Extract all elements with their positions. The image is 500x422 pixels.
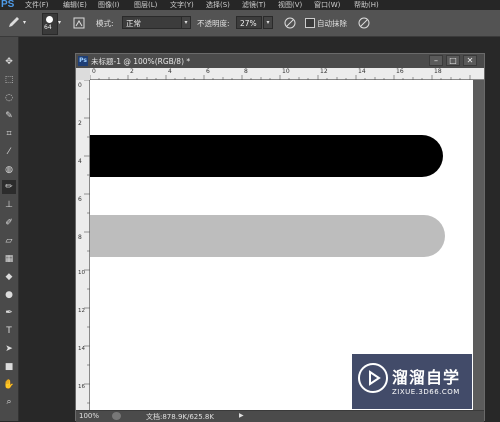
zoom-level[interactable]: 100% [79, 412, 99, 420]
opacity-label: 不透明度: [197, 19, 230, 28]
gradient-icon[interactable]: ▦ [2, 252, 16, 266]
mode-label: 模式: [96, 19, 114, 28]
brush-tip-icon [46, 16, 53, 23]
ruler-origin[interactable] [76, 68, 90, 80]
dodge-icon[interactable]: ● [2, 288, 16, 302]
vertical-scrollbar[interactable] [473, 80, 484, 410]
ruler-h-label: 12 [320, 68, 328, 75]
eraser-icon[interactable]: ▱ [2, 234, 16, 248]
opacity-value: 27% [240, 19, 257, 28]
watermark-title: 溜溜自学 [392, 368, 461, 387]
ruler-v-label: 0 [78, 82, 82, 89]
watermark-play-logo [358, 363, 388, 393]
ruler-ticks-v [84, 80, 90, 404]
blur-icon[interactable]: ◆ [2, 270, 16, 284]
crop-icon[interactable]: ⌗ [2, 127, 16, 141]
brush-panel-icon[interactable] [73, 17, 85, 31]
brush-size-value: 64 [44, 24, 52, 31]
menu-bar: PS 文件(F) 编辑(E) 图像(I) 图层(L) 文字(Y) 选择(S) 滤… [0, 0, 500, 10]
rectangle-icon[interactable]: ■ [2, 360, 16, 374]
black-pencil-stroke [90, 135, 443, 177]
tools-panel: ✥ ⬚ ◌ ✎ ⌗ ⁄ ◍ ✏ ⊥ ✐ ▱ ▦ ◆ ● ✒ T ➤ ■ ✋ ⌕ [0, 37, 19, 421]
lasso-icon[interactable]: ◌ [2, 91, 16, 105]
mode-dropdown-icon[interactable]: ▾ [181, 16, 191, 29]
healing-icon[interactable]: ◍ [2, 163, 16, 177]
ruler-h-label: 16 [396, 68, 404, 75]
eyedropper-icon[interactable]: ⁄ [2, 145, 16, 159]
horizontal-ruler[interactable]: 0 2 4 6 8 10 12 14 16 18 [90, 68, 484, 80]
status-info-icon[interactable] [112, 412, 121, 420]
menu-layer[interactable]: 图层(L) [134, 0, 157, 10]
menu-view[interactable]: 视图(V) [278, 0, 302, 10]
ruler-v-label: 8 [78, 234, 82, 241]
ruler-h-label: 10 [282, 68, 290, 75]
watermark-subtitle: ZIXUE.3D66.COM [392, 388, 460, 396]
ruler-v-label: 12 [78, 308, 85, 314]
ruler-v-label: 2 [78, 120, 82, 127]
watermark: 溜溜自学 ZIXUE.3D66.COM [352, 354, 472, 409]
brush-preset-dropdown-icon[interactable]: ▾ [58, 19, 61, 26]
menu-edit[interactable]: 编辑(E) [63, 0, 87, 10]
quick-select-icon[interactable]: ✎ [2, 109, 16, 123]
brush-preset-picker[interactable]: 64 [42, 13, 58, 35]
path-select-icon[interactable]: ➤ [2, 342, 16, 356]
menu-file[interactable]: 文件(F) [25, 0, 49, 10]
auto-erase-label: 自动抹除 [317, 19, 347, 28]
ruler-v-label: 16 [78, 384, 85, 390]
menu-type[interactable]: 文字(Y) [170, 0, 194, 10]
ruler-v-label: 4 [78, 158, 82, 165]
document-tab[interactable]: Ps 未标题-1 @ 100%(RGB/8) * – □ ✕ [76, 54, 484, 68]
marquee-icon[interactable]: ⬚ [2, 73, 16, 87]
ruler-h-label: 2 [130, 68, 134, 75]
ruler-h-label: 8 [244, 68, 248, 75]
menu-filter[interactable]: 滤镜(T) [242, 0, 266, 10]
opacity-dropdown-icon[interactable]: ▾ [263, 16, 273, 29]
menu-window[interactable]: 窗口(W) [314, 0, 340, 10]
maximize-button[interactable]: □ [446, 55, 460, 66]
vertical-ruler[interactable]: 0 2 4 6 8 10 12 14 16 [76, 80, 90, 410]
ruler-v-label: 14 [78, 346, 85, 352]
hand-icon[interactable]: ✋ [2, 378, 16, 392]
zoom-icon[interactable]: ⌕ [2, 395, 16, 409]
document-title: 未标题-1 @ 100%(RGB/8) * [91, 57, 191, 66]
ruler-h-label: 4 [168, 68, 172, 75]
status-menu-arrow-icon[interactable]: ▶ [239, 412, 244, 419]
opacity-input[interactable]: 27% [236, 16, 262, 29]
ruler-h-label: 18 [434, 68, 442, 75]
status-bar: 100% 文档:878.9K/625.8K ▶ [76, 410, 484, 422]
ruler-v-label: 6 [78, 196, 82, 203]
photoshop-doc-icon: Ps [78, 56, 88, 66]
menu-select[interactable]: 选择(S) [206, 0, 230, 10]
pressure-opacity-icon[interactable] [283, 16, 297, 32]
options-bar: ▾ 64 ▾ 模式: 正常 ▾ 不透明度: 27% ▾ 自动抹除 [0, 10, 500, 37]
menu-help[interactable]: 帮助(H) [354, 0, 379, 10]
ruler-h-label: 14 [358, 68, 366, 75]
history-brush-icon[interactable]: ✐ [2, 216, 16, 230]
ruler-h-label: 0 [92, 68, 96, 75]
ruler-v-label: 10 [78, 270, 85, 276]
tool-preset-dropdown-icon[interactable]: ▾ [23, 19, 26, 26]
pressure-size-icon[interactable] [357, 16, 371, 32]
ruler-h-label: 6 [206, 68, 210, 75]
mode-select-value: 正常 [126, 19, 141, 28]
move-icon[interactable]: ✥ [2, 55, 16, 69]
minimize-button[interactable]: – [429, 55, 443, 66]
pen-icon[interactable]: ✒ [2, 306, 16, 320]
gray-pencil-stroke [90, 215, 445, 257]
photoshop-logo: PS [1, 0, 15, 10]
pencil-icon[interactable] [7, 15, 21, 31]
menu-image[interactable]: 图像(I) [98, 0, 120, 10]
close-button[interactable]: ✕ [463, 55, 477, 66]
pencil-icon[interactable]: ✏ [2, 180, 16, 194]
auto-erase-checkbox[interactable] [305, 18, 315, 28]
stamp-icon[interactable]: ⊥ [2, 198, 16, 212]
mode-select[interactable]: 正常 [122, 16, 190, 29]
type-icon[interactable]: T [2, 324, 16, 338]
